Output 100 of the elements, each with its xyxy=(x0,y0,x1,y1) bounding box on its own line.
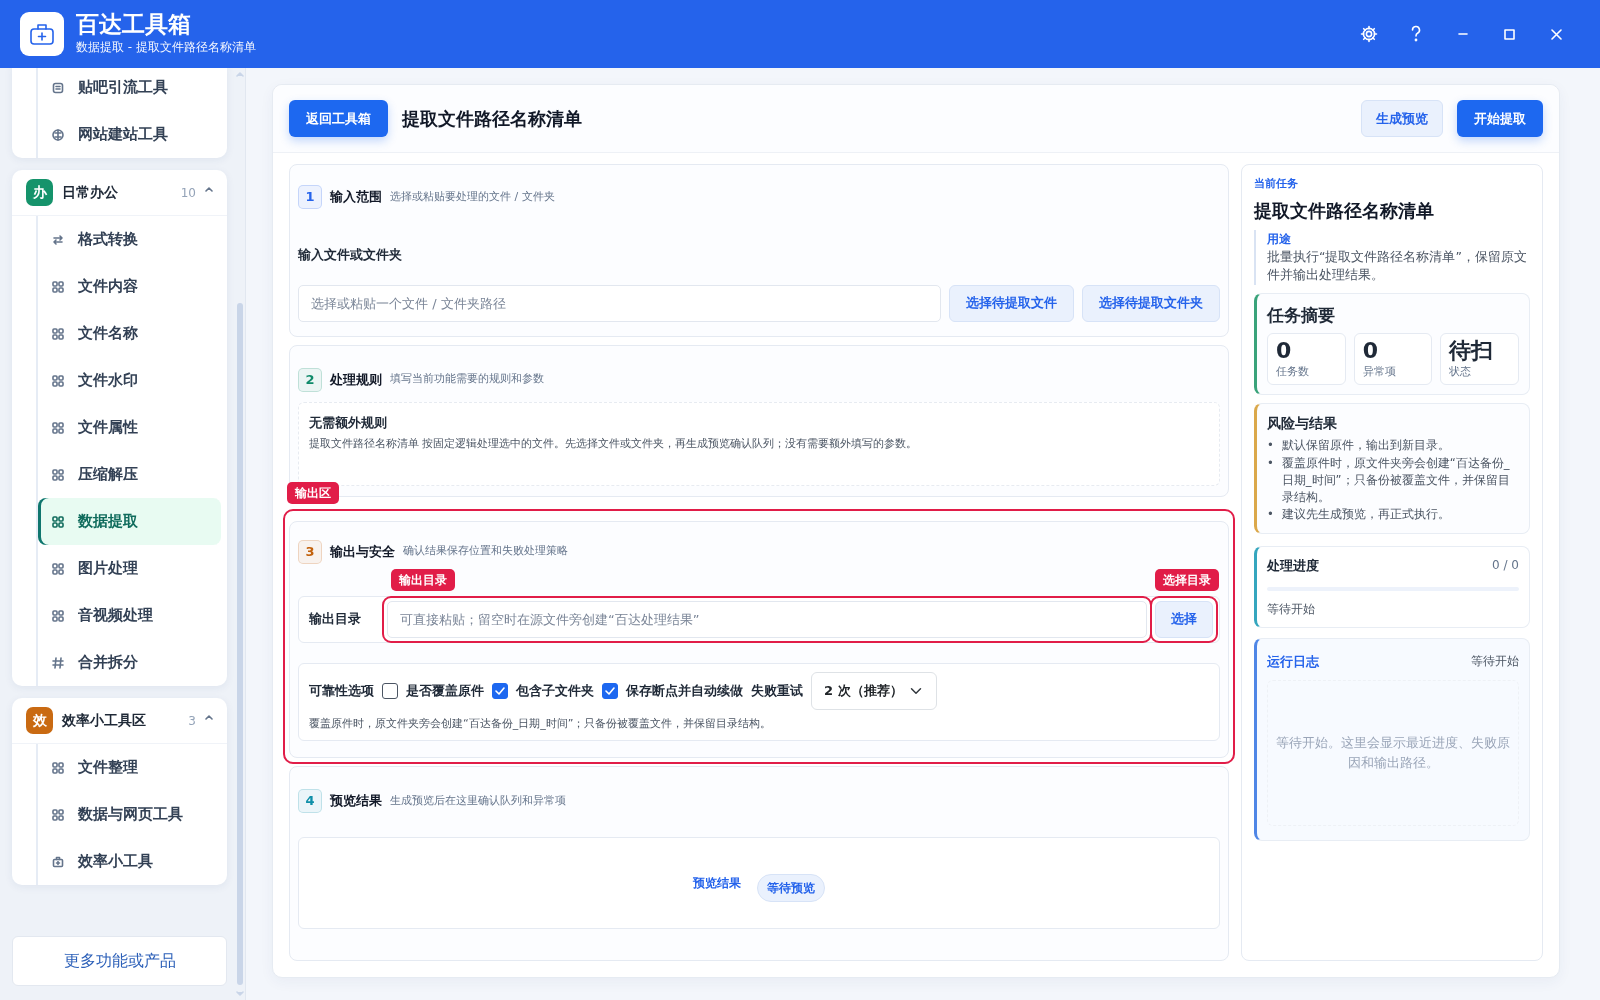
progress-status: 等待开始 xyxy=(1267,601,1316,619)
check-icon xyxy=(605,686,615,695)
stat-label: 异常项 xyxy=(1362,363,1397,380)
sidebar-item[interactable]: 贴吧引流工具 xyxy=(38,68,221,111)
step-number: 2 xyxy=(298,367,322,392)
grid-icon xyxy=(52,374,64,387)
group-title[interactable]: 效率小工具区 xyxy=(62,710,180,731)
step-number: 1 xyxy=(298,185,322,209)
step-number: 3 xyxy=(298,539,322,564)
sidebar-item[interactable]: 合并拆分 xyxy=(38,639,221,686)
bullet-mark: • xyxy=(1267,506,1274,524)
retry-label: 失败重试 xyxy=(751,681,803,700)
sidebar-item[interactable]: 文件属性 xyxy=(38,404,221,451)
more-products-button[interactable]: 更多功能或产品 xyxy=(12,936,227,986)
card-title: 风险与结果 xyxy=(1267,414,1338,434)
swap-icon xyxy=(52,233,64,246)
maximize-icon xyxy=(1504,28,1515,40)
back-button[interactable]: 返回工具箱 xyxy=(289,100,388,137)
group-count: 3 xyxy=(188,712,196,730)
stat-value: 待扫 xyxy=(1449,337,1495,364)
option-label[interactable]: 是否覆盖原件 xyxy=(406,680,484,701)
checkbox[interactable] xyxy=(602,682,618,699)
section-hint: 填写当前功能需要的规则和参数 xyxy=(390,371,544,388)
grid-icon xyxy=(52,468,64,481)
sidebar-item[interactable]: 文件内容 xyxy=(38,263,221,310)
start-button[interactable]: 开始提取 xyxy=(1457,100,1543,137)
annotation-tag: 输出区 xyxy=(287,481,339,504)
log-status: 等待开始 xyxy=(1471,653,1519,671)
section-title: 输入范围 xyxy=(330,188,382,207)
sidebar-item[interactable]: 数据提取 xyxy=(38,498,221,545)
purpose-label: 用途 xyxy=(1267,230,1292,248)
grid-icon xyxy=(52,280,64,293)
risk-item: 建议先生成预览，再正式执行。 xyxy=(1281,506,1450,524)
option-note: 覆盖原件时，原文件夹旁会创建“百达备份_日期_时间”；只备份被覆盖文件，并保留目录结构。 xyxy=(309,715,773,732)
option-label[interactable]: 包含子文件夹 xyxy=(516,680,594,701)
caret-icon[interactable] xyxy=(205,713,213,720)
hash-icon xyxy=(52,656,64,669)
section-title: 预览结果 xyxy=(330,792,382,811)
app-title: 百达工具箱 xyxy=(76,12,192,38)
sidebar-item[interactable]: 格式转换 xyxy=(38,216,221,263)
sidebar-item[interactable]: 文件名称 xyxy=(38,310,221,357)
rule-title: 无需额外规则 xyxy=(309,413,388,432)
choose-button[interactable]: 选择待提取文件夹 xyxy=(1082,284,1220,322)
sidebar-item[interactable]: 图片处理 xyxy=(38,545,221,592)
output-dir-field[interactable]: 可直接粘贴；留空时在源文件旁创建“百达处理结果” xyxy=(387,600,1147,638)
section-hint: 选择或粘贴要处理的文件 / 文件夹 xyxy=(390,188,555,205)
checkbox[interactable] xyxy=(382,682,398,699)
minimize-icon xyxy=(1457,33,1468,35)
grid-icon xyxy=(52,327,64,340)
grid-icon xyxy=(52,609,64,622)
option-label[interactable]: 保存断点并自动续做 xyxy=(626,680,743,701)
preview-button[interactable]: 生成预览 xyxy=(1361,100,1443,137)
purpose-text: 批量执行“提取文件路径名称清单”，保留原文件并输出处理结果。 xyxy=(1267,247,1528,285)
risk-item: 覆盖原件时，原文件夹旁会创建“百达备份_日期_时间”；只备份被覆盖文件，并保留目录结构。 xyxy=(1281,454,1511,507)
sidebar-item[interactable]: 文件水印 xyxy=(38,357,221,404)
card-title: 处理进度 xyxy=(1267,556,1319,575)
choose-button[interactable]: 选择待提取文件 xyxy=(949,284,1074,322)
stat-value: 0 xyxy=(1362,337,1379,364)
stat-label: 状态 xyxy=(1449,363,1473,380)
status-pill: 等待预览 xyxy=(757,874,825,902)
grid-icon xyxy=(52,421,64,434)
group-badge: 办 xyxy=(26,179,53,206)
sidebar-item[interactable]: 效率小工具 xyxy=(38,838,221,885)
section-hint: 生成预览后在这里确认队列和异常项 xyxy=(390,792,566,809)
section-hint: 确认结果保存位置和失败处理策略 xyxy=(403,543,568,560)
group-title[interactable]: 日常办公 xyxy=(62,182,172,203)
options-label: 可靠性选项 xyxy=(309,681,374,700)
bullet-mark: • xyxy=(1267,437,1274,455)
sidebar-item[interactable]: 压缩解压 xyxy=(38,451,221,498)
group-badge: 效 xyxy=(26,707,53,734)
step-number: 4 xyxy=(298,789,322,813)
sidebar-item[interactable]: 网站建站工具 xyxy=(38,111,221,158)
grid-icon xyxy=(52,808,64,821)
grid-icon xyxy=(52,562,64,575)
checkbox[interactable] xyxy=(492,682,508,699)
grid-icon xyxy=(52,515,64,528)
grid-icon xyxy=(52,761,64,774)
toolbox-icon xyxy=(52,855,64,868)
section-title: 输出与安全 xyxy=(330,542,395,561)
card-title: 运行日志 xyxy=(1267,653,1319,672)
document-icon xyxy=(52,81,64,94)
caret-icon[interactable] xyxy=(205,185,213,192)
select-button[interactable]: 选择 xyxy=(1155,600,1213,638)
retry-select[interactable]: 2 次（推荐） xyxy=(811,671,937,710)
eyebrow-label: 当前任务 xyxy=(1254,176,1299,192)
toolbox-icon xyxy=(29,22,55,46)
settings-icon xyxy=(1359,25,1378,43)
section-title: 处理规则 xyxy=(330,370,382,389)
card-title: 任务摘要 xyxy=(1267,304,1336,327)
group-count: 10 xyxy=(180,184,196,202)
preview-label: 预览结果 xyxy=(693,875,741,892)
sidebar-item[interactable]: 文件整理 xyxy=(38,744,221,791)
globe-icon xyxy=(52,128,64,141)
path-input-field[interactable]: 选择或粘贴一个文件 / 文件夹路径 xyxy=(298,284,941,322)
task-title: 提取文件路径名称清单 xyxy=(1254,198,1435,223)
rule-description: 提取文件路径名称清单 按固定逻辑处理选中的文件。先选择文件或文件夹，再生成预览确认队列；没有需要额外填写的参数。 xyxy=(309,436,919,452)
scroll-up-icon xyxy=(236,72,244,77)
sidebar-item[interactable]: 音视频处理 xyxy=(38,592,221,639)
sidebar-item[interactable]: 数据与网页工具 xyxy=(38,791,221,838)
scrollbar-thumb[interactable] xyxy=(237,303,243,985)
